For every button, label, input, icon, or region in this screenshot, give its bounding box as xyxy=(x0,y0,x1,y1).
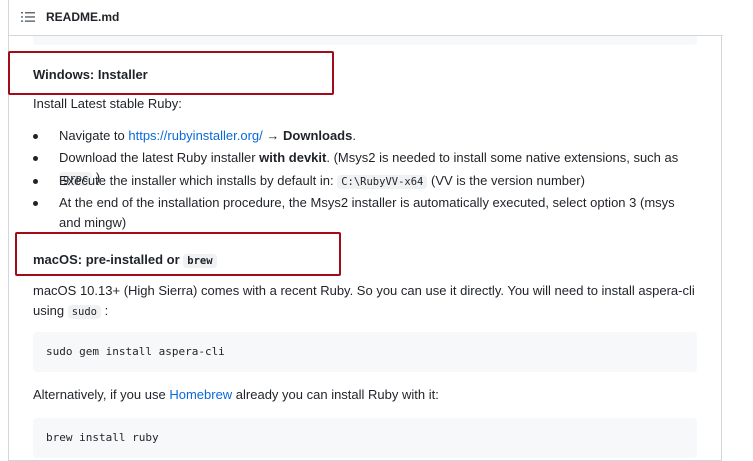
bullet-icon xyxy=(33,134,38,139)
file-header: README.md xyxy=(9,0,723,36)
inline-code: C:\RubyVV-x64 xyxy=(337,175,428,189)
code-block-brew-install[interactable]: brew install ruby xyxy=(33,418,697,458)
rubyinstaller-link[interactable]: https://rubyinstaller.org/ xyxy=(128,128,262,143)
bullet-icon xyxy=(33,156,38,161)
windows-highlight-box xyxy=(8,51,334,95)
bullet-icon xyxy=(33,179,38,184)
list-icon[interactable] xyxy=(21,10,35,24)
macos-paragraph: macOS 10.13+ (High Sierra) comes with a … xyxy=(33,283,695,319)
windows-intro: Install Latest stable Ruby: xyxy=(33,96,182,111)
alternative-paragraph: Alternatively, if you use Homebrew alrea… xyxy=(33,387,439,402)
previous-code-block xyxy=(33,36,697,45)
file-name[interactable]: README.md xyxy=(46,10,119,24)
macos-highlight-box xyxy=(15,232,341,276)
bullet-icon xyxy=(33,201,38,206)
code-block-gem-install[interactable]: sudo gem install aspera-cli xyxy=(33,332,697,372)
inline-code: sudo xyxy=(67,305,101,319)
homebrew-link[interactable]: Homebrew xyxy=(169,387,232,402)
